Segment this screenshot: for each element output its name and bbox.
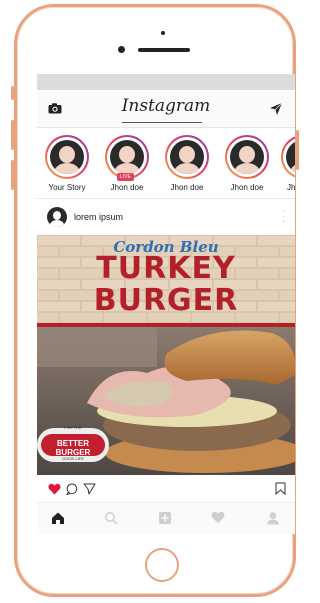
- post-avatar[interactable]: [47, 207, 67, 227]
- story-ring: [225, 135, 269, 179]
- live-badge: LIVE: [117, 173, 134, 181]
- logo-underline: [122, 122, 202, 123]
- story-item[interactable]: Jhon doe: [157, 135, 217, 197]
- stories-tray: Your Story LIVE Jhon doe Jhon doe Jhon d…: [37, 128, 295, 199]
- mute-switch: [11, 86, 14, 100]
- story-label: Jhon doe: [230, 183, 264, 192]
- post-header: lorem ipsum · · ·: [37, 199, 295, 235]
- story-label: Jh: [287, 183, 295, 192]
- volume-down-button: [11, 160, 14, 190]
- home-icon[interactable]: [51, 511, 65, 525]
- story-label: Your Story: [48, 183, 86, 192]
- brand-tagline-top: FOR THE: [64, 425, 82, 430]
- story-ring: [45, 135, 89, 179]
- power-button: [296, 130, 299, 170]
- bottom-navigation: [37, 502, 295, 534]
- avatar: [286, 140, 295, 174]
- home-button[interactable]: [145, 548, 179, 582]
- bookmark-icon[interactable]: [275, 482, 286, 495]
- top-bar: Instagram: [37, 91, 295, 128]
- add-icon[interactable]: [158, 511, 172, 525]
- app-screen: Instagram Your Story LIVE Jhon doe Jhon …: [37, 74, 295, 534]
- front-camera-lens: [118, 46, 125, 53]
- story-item[interactable]: Jhon doe: [217, 135, 277, 197]
- profile-icon[interactable]: [266, 511, 280, 525]
- send-icon[interactable]: [269, 102, 283, 116]
- avatar: [50, 140, 84, 174]
- story-item[interactable]: Jh: [273, 135, 295, 197]
- post-actions: [37, 477, 295, 499]
- story-item[interactable]: LIVE Jhon doe: [97, 135, 157, 197]
- avatar: [170, 140, 204, 174]
- brand-logo-text: BETTER BURGER: [55, 439, 91, 457]
- comment-icon[interactable]: [66, 483, 78, 495]
- story-ring: [281, 135, 295, 179]
- search-icon[interactable]: [104, 511, 118, 525]
- app-logo: Instagram: [121, 96, 211, 116]
- story-label: Jhon doe: [170, 183, 204, 192]
- heart-icon[interactable]: [48, 483, 61, 495]
- activity-icon[interactable]: [211, 511, 225, 524]
- post-image[interactable]: Cordon Bleu TURKEY BURGER FOR THE BETTER…: [37, 235, 295, 475]
- share-icon[interactable]: [83, 483, 96, 495]
- story-item[interactable]: Your Story: [37, 135, 97, 197]
- volume-up-button: [11, 120, 14, 150]
- avatar: [110, 140, 144, 174]
- brand-tagline-bottom: GOOD LIFE: [62, 456, 84, 461]
- earpiece-speaker: [138, 48, 190, 52]
- story-ring: [165, 135, 209, 179]
- front-sensor: [161, 31, 165, 35]
- status-bar: [37, 74, 295, 90]
- story-label: Jhon doe: [110, 183, 144, 192]
- post-username[interactable]: lorem ipsum: [74, 212, 123, 222]
- more-options-icon[interactable]: · · ·: [282, 207, 285, 227]
- post-headline-1: TURKEY: [96, 251, 236, 286]
- avatar: [230, 140, 264, 174]
- post-headline-2: BURGER: [93, 283, 239, 318]
